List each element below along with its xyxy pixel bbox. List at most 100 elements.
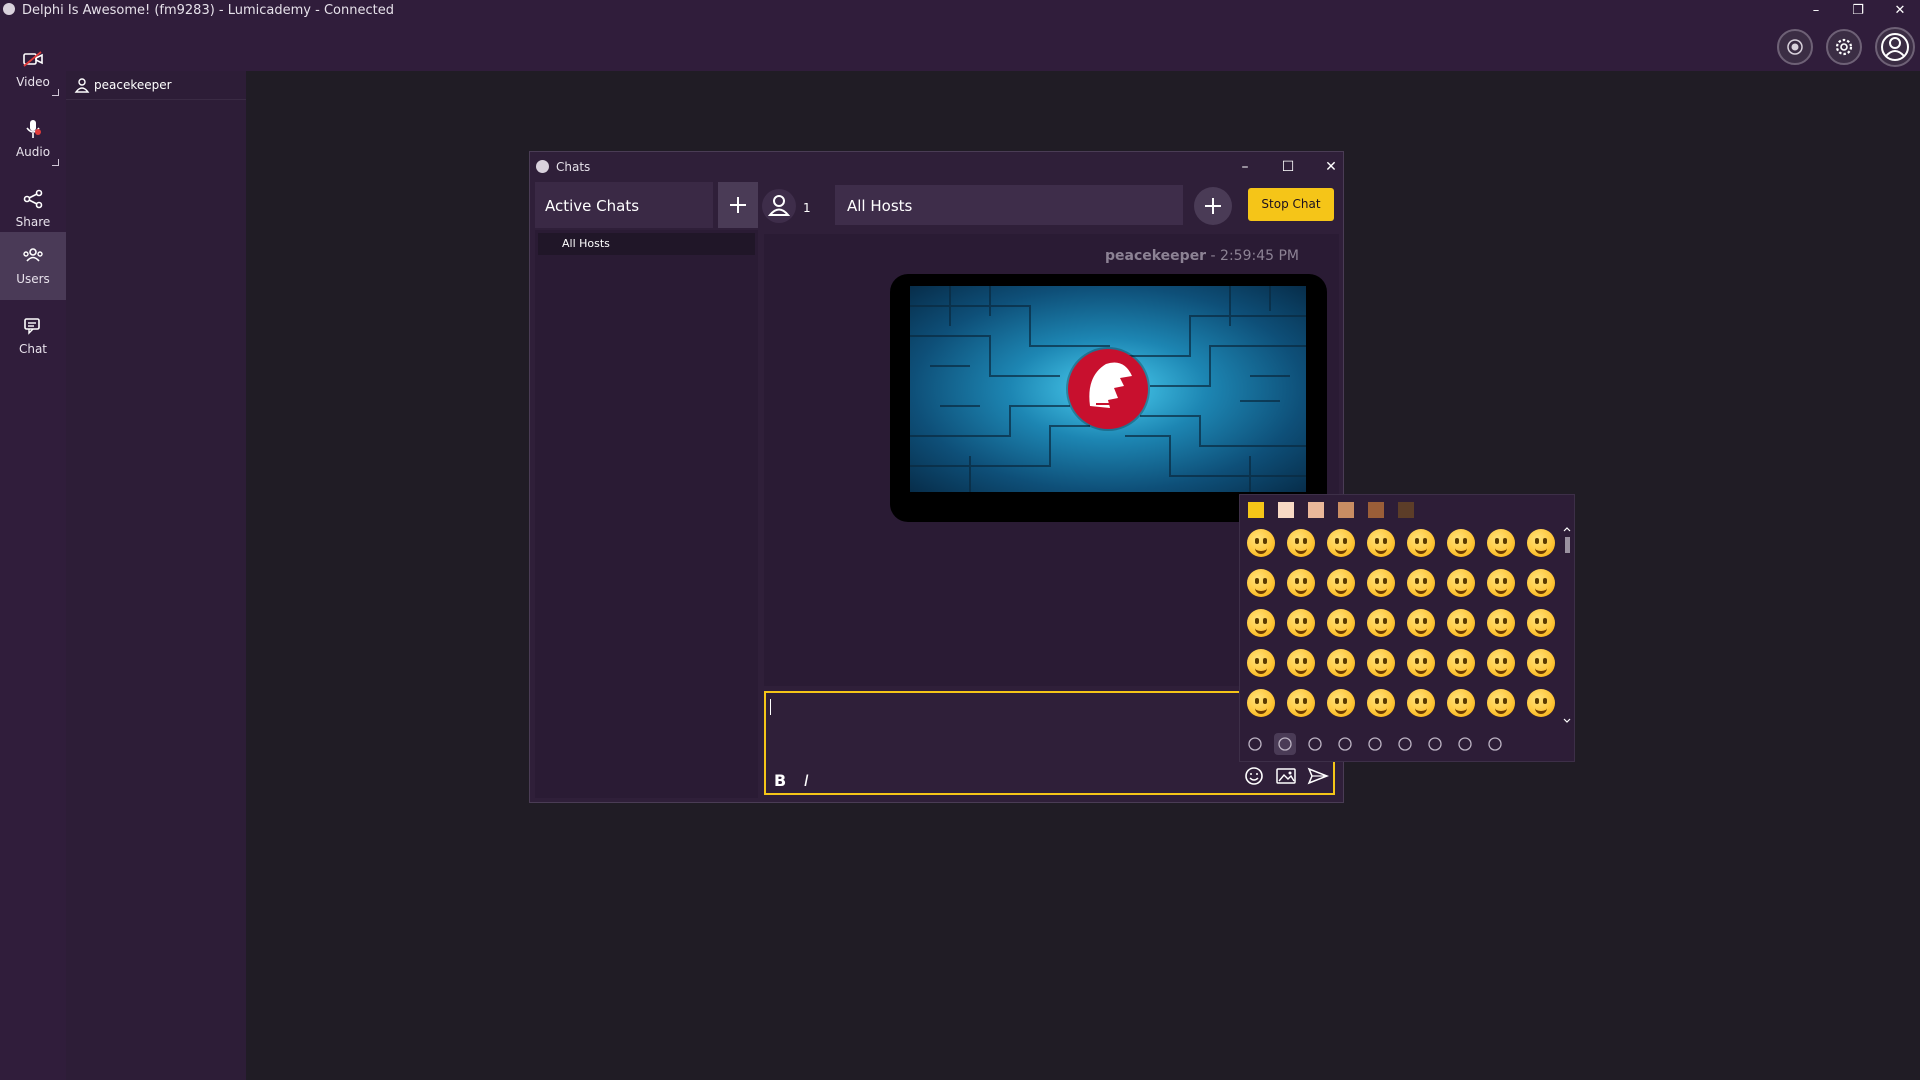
chats-dialog-title: Chats xyxy=(556,160,591,174)
bold-button[interactable]: B xyxy=(774,771,786,790)
emoji-smiley-icon[interactable] xyxy=(1487,569,1515,597)
chat-room-name: All Hosts xyxy=(835,185,1183,225)
skin-tone-swatch[interactable] xyxy=(1368,502,1384,518)
emoji-smiley-icon[interactable] xyxy=(1407,609,1435,637)
places-icon[interactable] xyxy=(1364,733,1386,755)
emoji-smiley-icon[interactable] xyxy=(1487,689,1515,717)
emoji-smiley-icon[interactable] xyxy=(1247,649,1275,677)
rail-item-chat[interactable]: Chat xyxy=(0,302,66,370)
emoji-smiley-icon[interactable] xyxy=(1407,649,1435,677)
emoji-smiley-icon[interactable] xyxy=(1247,689,1275,717)
emoji-smiley-icon[interactable] xyxy=(1287,649,1315,677)
emoji-smiley-icon[interactable] xyxy=(1367,649,1395,677)
emoji-smiley-icon[interactable] xyxy=(1447,529,1475,557)
rail-item-users[interactable]: Users xyxy=(0,232,66,300)
new-chat-button[interactable] xyxy=(718,182,758,228)
microphone-icon xyxy=(26,120,41,138)
user-list-item[interactable]: peacekeeper xyxy=(66,71,246,100)
emoji-smiley-icon[interactable] xyxy=(1367,569,1395,597)
user-avatar-icon[interactable] xyxy=(1875,27,1915,67)
skin-tone-swatch[interactable] xyxy=(1338,502,1354,518)
emoji-smiley-icon[interactable] xyxy=(1447,649,1475,677)
plus-icon xyxy=(730,197,746,213)
emoji-smiley-icon[interactable] xyxy=(1447,569,1475,597)
emoji-smiley-icon[interactable] xyxy=(1407,689,1435,717)
app-titlebar: Delphi Is Awesome! (fm9283) - Lumicademy… xyxy=(0,0,1920,71)
emoji-smiley-icon[interactable] xyxy=(1367,689,1395,717)
skin-tone-swatch[interactable] xyxy=(1308,502,1324,518)
emoji-smiley-icon[interactable] xyxy=(1487,529,1515,557)
emoji-smiley-icon[interactable] xyxy=(1407,569,1435,597)
emoji-smiley-icon[interactable] xyxy=(1247,569,1275,597)
emoji-smiley-icon[interactable] xyxy=(1447,609,1475,637)
emoji-smiley-icon[interactable] xyxy=(1447,689,1475,717)
emoji-smiley-icon[interactable] xyxy=(1527,689,1555,717)
minimize-window-button[interactable]: – xyxy=(1798,0,1834,22)
emoji-smiley-icon[interactable] xyxy=(1327,609,1355,637)
emoji-smiley-icon[interactable] xyxy=(1327,689,1355,717)
chat-list-item-label: All Hosts xyxy=(562,237,610,250)
skin-tone-swatch[interactable] xyxy=(1246,500,1266,520)
emoji-smiley-icon[interactable] xyxy=(1367,529,1395,557)
emoji-smiley-icon[interactable] xyxy=(1487,609,1515,637)
chats-maximize-button[interactable]: ☐ xyxy=(1273,156,1303,178)
expand-corner-icon xyxy=(52,89,59,96)
emoji-smiley-icon[interactable] xyxy=(1247,529,1275,557)
emoji-smiley-icon[interactable] xyxy=(1407,529,1435,557)
member-count-button[interactable]: 1 xyxy=(761,188,821,228)
insert-image-button[interactable] xyxy=(1271,762,1301,790)
skin-tone-swatch[interactable] xyxy=(1398,502,1414,518)
chat-list: All Hosts xyxy=(535,230,758,798)
emoji-smiley-icon[interactable] xyxy=(1487,649,1515,677)
recent-icon[interactable] xyxy=(1244,733,1266,755)
emoji-smiley-icon[interactable] xyxy=(1287,609,1315,637)
emoji-smiley-icon[interactable] xyxy=(1527,569,1555,597)
emoji-smiley-icon[interactable] xyxy=(1327,569,1355,597)
emoji-smiley-icon[interactable] xyxy=(1527,529,1555,557)
chats-close-button[interactable]: ✕ xyxy=(1316,156,1346,178)
record-icon[interactable] xyxy=(1777,29,1813,65)
emoji-smiley-icon[interactable] xyxy=(1287,529,1315,557)
food-icon[interactable] xyxy=(1334,733,1356,755)
chat-room-name-label: All Hosts xyxy=(847,197,913,215)
add-participant-button[interactable] xyxy=(1194,187,1232,225)
emoji-button[interactable] xyxy=(1239,762,1269,790)
chat-icon xyxy=(24,318,40,335)
close-window-button[interactable]: ✕ xyxy=(1882,0,1918,22)
rail-item-video[interactable]: Video xyxy=(0,35,66,103)
users-icon xyxy=(23,248,43,262)
emoji-smiley-icon[interactable] xyxy=(1527,649,1555,677)
emoji-grid xyxy=(1242,525,1560,725)
expand-corner-icon xyxy=(52,159,59,166)
emoji-smiley-icon[interactable] xyxy=(1287,689,1315,717)
emoji-smiley-icon[interactable] xyxy=(1327,529,1355,557)
italic-button[interactable]: I xyxy=(804,771,809,790)
rail-item-audio[interactable]: Audio xyxy=(0,105,66,173)
chats-minimize-button[interactable]: – xyxy=(1230,156,1260,178)
emoji-smiley-icon[interactable] xyxy=(1287,569,1315,597)
emoji-smiley-icon[interactable] xyxy=(1367,609,1395,637)
settings-gear-icon[interactable] xyxy=(1826,29,1862,65)
emoji-smiley-icon[interactable] xyxy=(1327,649,1355,677)
skin-tone-swatch[interactable] xyxy=(1278,502,1294,518)
flags-icon[interactable] xyxy=(1484,733,1506,755)
activities-icon[interactable] xyxy=(1394,733,1416,755)
emoji-smiley-icon[interactable] xyxy=(1527,609,1555,637)
rail-label-video: Video xyxy=(16,75,50,89)
smileys-icon[interactable] xyxy=(1274,733,1296,755)
chats-app-icon xyxy=(536,160,549,173)
chat-list-item[interactable]: All Hosts xyxy=(538,233,755,255)
objects-icon[interactable] xyxy=(1424,733,1446,755)
message-bubble xyxy=(890,274,1327,522)
active-chats-header: Active Chats xyxy=(535,182,713,228)
emoji-smiley-icon[interactable] xyxy=(1247,609,1275,637)
restore-window-button[interactable]: ❐ xyxy=(1840,0,1876,22)
plus-icon xyxy=(1205,198,1221,214)
symbols-icon[interactable] xyxy=(1454,733,1476,755)
user-name: peacekeeper xyxy=(94,78,172,92)
nature-icon[interactable] xyxy=(1304,733,1326,755)
send-button[interactable] xyxy=(1303,762,1333,790)
emoji-scrollbar[interactable] xyxy=(1562,525,1572,725)
message-image[interactable] xyxy=(910,286,1306,492)
stop-chat-button[interactable]: Stop Chat xyxy=(1248,188,1334,221)
